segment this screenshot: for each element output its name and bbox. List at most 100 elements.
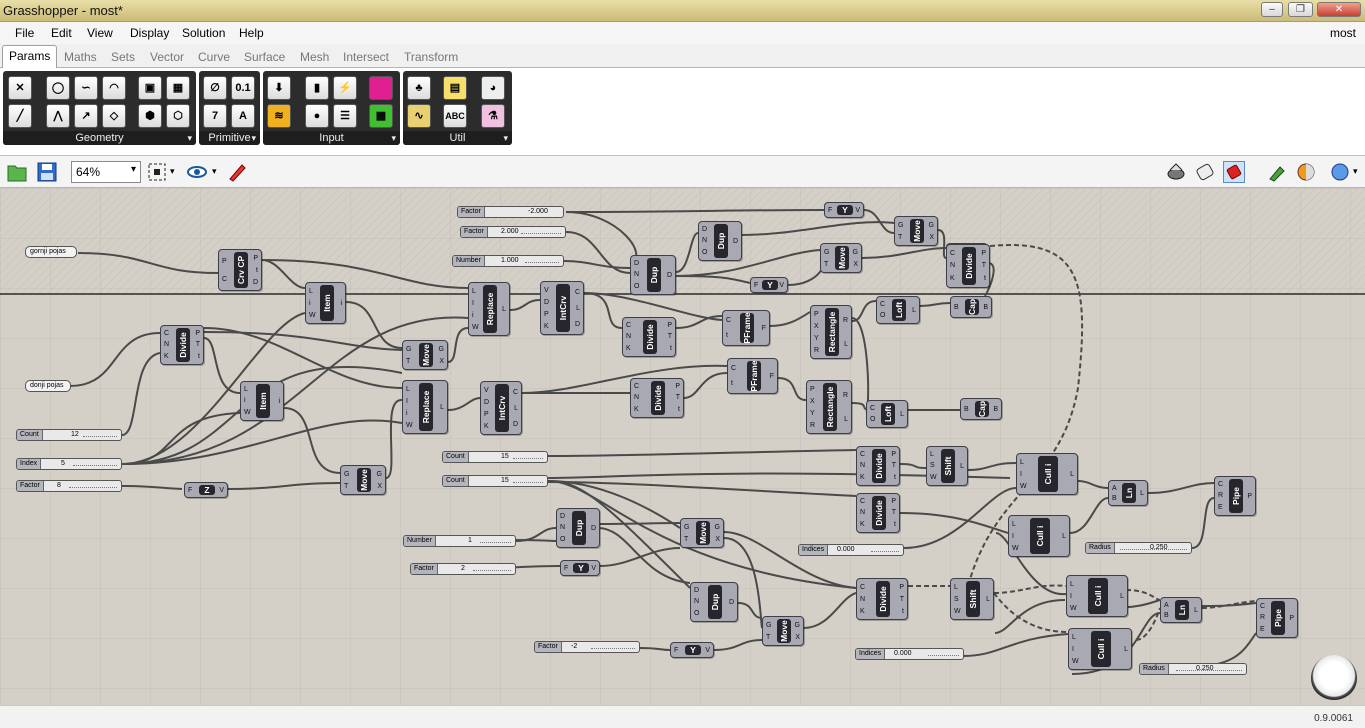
- gradient-icon[interactable]: ⬇: [267, 76, 291, 100]
- preview-wireframe-icon[interactable]: [1165, 161, 1187, 183]
- output-port[interactable]: V: [705, 647, 710, 654]
- input-port[interactable]: t: [726, 332, 728, 339]
- number-slider[interactable]: Number 1: [403, 535, 516, 547]
- output-port[interactable]: L: [1194, 607, 1198, 614]
- divide-component[interactable]: Divide C N K P Tt: [630, 378, 684, 418]
- tab-vector[interactable]: Vector: [150, 50, 184, 64]
- tab-sets[interactable]: Sets: [111, 50, 135, 64]
- input-port[interactable]: N: [634, 394, 639, 401]
- output-port[interactable]: t: [902, 608, 904, 615]
- output-port[interactable]: R: [843, 317, 848, 324]
- input-port[interactable]: A: [1112, 485, 1117, 492]
- output-port[interactable]: G: [439, 346, 444, 353]
- rectangle-component[interactable]: Rectangle P X Y R R L: [806, 380, 852, 434]
- menu-file[interactable]: File: [15, 26, 34, 40]
- input-port[interactable]: O: [634, 283, 639, 290]
- tab-curve[interactable]: Curve: [198, 50, 230, 64]
- output-port[interactable]: P: [899, 584, 904, 591]
- output-port[interactable]: P: [1247, 493, 1252, 500]
- input-port[interactable]: K: [860, 608, 865, 615]
- move-component[interactable]: MoveGTGX: [680, 518, 724, 548]
- input-port[interactable]: C: [950, 250, 955, 257]
- output-port[interactable]: D: [513, 421, 518, 428]
- output-port[interactable]: D: [591, 525, 596, 532]
- cull-i-component[interactable]: Cull iLIWL: [1016, 453, 1078, 495]
- input-port[interactable]: E: [1260, 626, 1265, 633]
- loft-component[interactable]: Loft C O L: [866, 400, 908, 428]
- tab-transform[interactable]: Transform: [404, 50, 458, 64]
- output-port[interactable]: D: [667, 272, 672, 279]
- output-port[interactable]: V: [219, 487, 224, 494]
- input-port[interactable]: D: [544, 299, 549, 306]
- brep-param-icon[interactable]: ⬢: [138, 104, 162, 128]
- output-port[interactable]: L: [960, 463, 964, 470]
- count-slider[interactable]: Count 12: [16, 429, 122, 441]
- input-port[interactable]: R: [1260, 614, 1265, 621]
- text-icon[interactable]: ABC: [443, 104, 467, 128]
- output-port[interactable]: G: [377, 471, 382, 478]
- divide-component[interactable]: Divide C N K P Tt: [160, 325, 204, 365]
- input-port[interactable]: C: [870, 405, 875, 412]
- input-port[interactable]: t: [731, 380, 733, 387]
- mesh-param-icon[interactable]: ▦: [166, 76, 190, 100]
- output-port[interactable]: P: [675, 383, 680, 390]
- input-port[interactable]: L: [472, 288, 476, 295]
- input-port[interactable]: V: [484, 387, 489, 394]
- y-component[interactable]: YFV: [560, 560, 600, 576]
- input-port[interactable]: T: [406, 358, 410, 365]
- radius-slider[interactable]: Radius 0.250: [1085, 542, 1192, 554]
- input-port[interactable]: W: [1012, 545, 1019, 552]
- radius-slider[interactable]: Radius 0.250: [1139, 663, 1247, 675]
- input-port[interactable]: K: [860, 521, 865, 528]
- menu-help[interactable]: Help: [239, 26, 264, 40]
- input-port[interactable]: B: [1164, 612, 1169, 619]
- input-port[interactable]: G: [406, 346, 411, 353]
- output-port[interactable]: L: [900, 411, 904, 418]
- tree-icon[interactable]: ♣: [407, 76, 431, 100]
- ln-component[interactable]: Ln A B L: [1160, 597, 1202, 623]
- pipe-component[interactable]: Pipe C R E P: [1214, 476, 1256, 516]
- input-port[interactable]: F: [674, 647, 678, 654]
- menu-view[interactable]: View: [87, 26, 113, 40]
- output-port[interactable]: T: [892, 462, 896, 469]
- output-port[interactable]: D: [575, 321, 580, 328]
- input-port[interactable]: L: [244, 386, 248, 393]
- y-component[interactable]: YFV: [670, 642, 714, 658]
- input-port[interactable]: L: [1020, 459, 1024, 466]
- preview-eye-icon[interactable]: [186, 161, 208, 183]
- cap-component[interactable]: Cap B B: [950, 296, 992, 318]
- output-port[interactable]: C: [575, 289, 580, 296]
- output-port[interactable]: F: [770, 373, 774, 380]
- preview-selected-icon[interactable]: [1223, 161, 1245, 183]
- zoom-select[interactable]: 64% ▾: [71, 161, 141, 183]
- input-port[interactable]: B: [1112, 495, 1117, 502]
- graph-icon[interactable]: ∿: [407, 104, 431, 128]
- input-port[interactable]: B: [964, 406, 969, 413]
- input-port[interactable]: L: [1070, 581, 1074, 588]
- input-port[interactable]: F: [828, 207, 832, 214]
- input-port[interactable]: Y: [810, 410, 815, 417]
- input-port[interactable]: L: [406, 386, 410, 393]
- output-port[interactable]: T: [900, 596, 904, 603]
- input-port[interactable]: W: [1070, 605, 1077, 612]
- output-port[interactable]: T: [668, 333, 672, 340]
- donji-pojas-panel[interactable]: donji pojas: [25, 380, 71, 392]
- digit-scroller-icon[interactable]: ▩: [369, 104, 393, 128]
- output-port[interactable]: T: [196, 341, 200, 348]
- number-slider[interactable]: Number 1.000: [452, 255, 564, 267]
- output-port[interactable]: L: [514, 405, 518, 412]
- panel-icon[interactable]: ▤: [443, 76, 467, 100]
- output-port[interactable]: X: [795, 634, 800, 641]
- output-port[interactable]: i: [278, 398, 280, 405]
- tab-intersect[interactable]: Intersect: [343, 50, 389, 64]
- output-port[interactable]: L: [1062, 533, 1066, 540]
- move-component[interactable]: MoveGTGX: [820, 243, 862, 273]
- input-port[interactable]: I: [1070, 593, 1072, 600]
- input-port[interactable]: K: [484, 423, 489, 430]
- input-port[interactable]: A: [1164, 602, 1169, 609]
- factor-slider[interactable]: Factor 2.000: [460, 226, 566, 238]
- input-port[interactable]: L: [309, 288, 313, 295]
- output-port[interactable]: L: [844, 341, 848, 348]
- pipe-component[interactable]: Pipe C R E P: [1256, 598, 1298, 638]
- count-slider[interactable]: Count 15: [442, 451, 548, 463]
